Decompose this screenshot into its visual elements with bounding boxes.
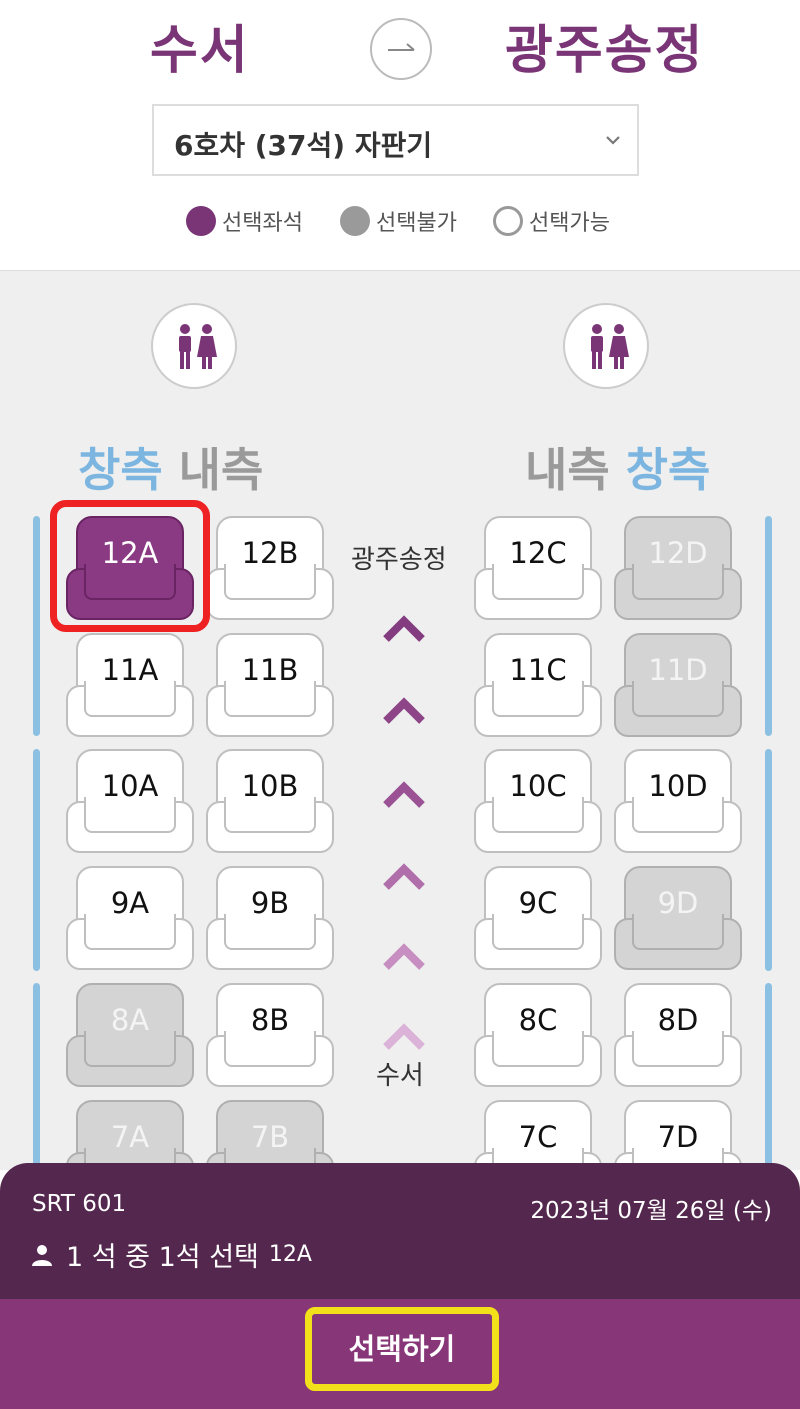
arrival-station: 광주송정 — [505, 21, 705, 81]
seat-10C[interactable]: 10C — [474, 749, 602, 855]
car-select-value: 6호차 (37석) 자판기 — [174, 129, 433, 162]
seat-9D[interactable]: 9D — [614, 866, 742, 972]
chevron-up-icon — [383, 863, 425, 890]
legend-label: 선택좌석 — [222, 211, 303, 236]
seat-label: 10A — [101, 769, 159, 803]
seat-map: 창측 내측 내측 창측 12A 12B 12C 12D 11A 11B 11C … — [0, 270, 800, 1204]
route-arrow-icon — [370, 18, 432, 80]
chevron-down-icon — [606, 136, 620, 145]
seat-label: 8D — [657, 1003, 699, 1037]
seat-label: 11D — [648, 653, 708, 687]
seat-label: 10C — [509, 769, 567, 803]
seat-label: 12B — [241, 536, 299, 570]
selection-count: 1 석 중 1석 선택 — [66, 1242, 259, 1273]
legend-label: 선택불가 — [376, 211, 457, 236]
seat-10B[interactable]: 10B — [206, 749, 334, 855]
right-side-label: 내측 창측 — [525, 434, 710, 500]
window-rail — [33, 983, 40, 1171]
seat-11B[interactable]: 11B — [206, 633, 334, 739]
aisle-side-label: 내측 — [525, 443, 610, 497]
seat-9B[interactable]: 9B — [206, 866, 334, 972]
seat-9C[interactable]: 9C — [474, 866, 602, 972]
window-rail — [33, 516, 40, 736]
chevron-up-icon — [383, 615, 425, 642]
seat-10D[interactable]: 10D — [614, 749, 742, 855]
seat-legend: 선택좌석 선택불가 선택가능 — [186, 205, 646, 245]
unavailable-dot-icon — [340, 206, 370, 236]
departure-station: 수서 — [150, 21, 250, 81]
chevron-up-icon — [383, 781, 425, 808]
aisle-side-label: 내측 — [178, 443, 264, 497]
seat-label: 11B — [241, 653, 299, 687]
seat-8A[interactable]: 8A — [66, 983, 194, 1089]
action-bar: 선택하기 — [0, 1299, 800, 1409]
seat-9A[interactable]: 9A — [66, 866, 194, 972]
window-rail — [765, 749, 772, 971]
seat-label: 7D — [657, 1120, 699, 1154]
left-side-label: 창측 내측 — [78, 434, 263, 500]
seat-label: 12D — [648, 536, 708, 570]
seat-8B[interactable]: 8B — [206, 983, 334, 1089]
legend-label: 선택가능 — [529, 211, 610, 236]
seat-label: 9A — [110, 886, 150, 920]
seat-label: 8B — [250, 1003, 290, 1037]
legend-selected: 선택좌석 — [186, 205, 303, 237]
seat-11D[interactable]: 11D — [614, 633, 742, 739]
selected-seat-number: 12A — [268, 1242, 312, 1267]
train-number: SRT 601 — [32, 1191, 127, 1217]
seat-label: 9B — [250, 886, 290, 920]
booking-summary: SRT 601 2023년 07월 26일 (수) 1 석 중 1석 선택 12… — [0, 1163, 800, 1303]
chevron-up-icon — [383, 1023, 425, 1050]
legend-unavailable: 선택불가 — [340, 205, 457, 237]
available-dot-icon — [493, 206, 523, 236]
car-select-dropdown[interactable]: 6호차 (37석) 자판기 — [152, 104, 639, 176]
seat-label: 12C — [509, 536, 567, 570]
seat-8C[interactable]: 8C — [474, 983, 602, 1089]
travel-date: 2023년 07월 26일 (수) — [530, 1198, 772, 1224]
direction-top-label: 광주송정 — [351, 545, 447, 575]
direction-bottom-label: 수서 — [376, 1061, 424, 1091]
seat-label: 8A — [110, 1003, 150, 1037]
seat-label: 10B — [241, 769, 299, 803]
seat-12C[interactable]: 12C — [474, 516, 602, 622]
window-rail — [765, 516, 772, 736]
seat-11C[interactable]: 11C — [474, 633, 602, 739]
restroom-icon — [151, 303, 237, 389]
seat-label: 7B — [250, 1120, 290, 1154]
selection-status: 1 석 중 1석 선택 12A — [32, 1235, 312, 1274]
chevron-up-icon — [383, 943, 425, 970]
seat-label: 10D — [648, 769, 708, 803]
window-rail — [33, 749, 40, 971]
seat-label: 11A — [101, 653, 159, 687]
window-rail — [765, 983, 772, 1171]
seat-label: 9C — [518, 886, 558, 920]
seat-label: 11C — [509, 653, 567, 687]
legend-available: 선택가능 — [493, 205, 610, 237]
seat-label: 8C — [518, 1003, 558, 1037]
seat-label: 9D — [657, 886, 699, 920]
restroom-icon — [563, 303, 649, 389]
seat-11A[interactable]: 11A — [66, 633, 194, 739]
route-header: 수서 광주송정 — [0, 0, 800, 90]
chevron-up-icon — [383, 697, 425, 724]
selected-seat-highlight — [50, 500, 210, 632]
window-side-label: 창측 — [625, 443, 711, 497]
seat-8D[interactable]: 8D — [614, 983, 742, 1089]
window-side-label: 창측 — [78, 443, 163, 497]
seat-12D[interactable]: 12D — [614, 516, 742, 622]
select-button[interactable]: 선택하기 — [305, 1307, 499, 1391]
user-icon — [32, 1244, 52, 1266]
seat-12B[interactable]: 12B — [206, 516, 334, 622]
selected-dot-icon — [186, 206, 216, 236]
seat-label: 7C — [518, 1120, 558, 1154]
seat-label: 7A — [110, 1120, 150, 1154]
seat-10A[interactable]: 10A — [66, 749, 194, 855]
